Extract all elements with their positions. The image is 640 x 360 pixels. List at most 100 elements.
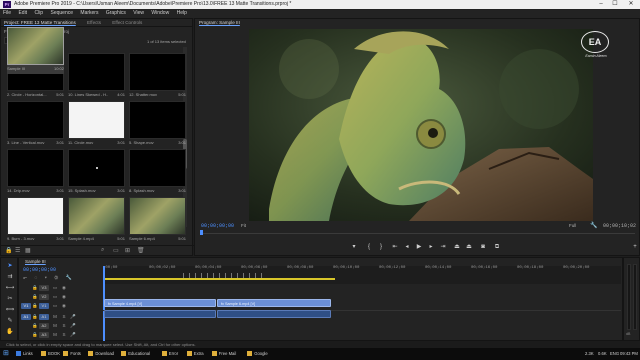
track-header-v1[interactable]: V1 🔒 V1 ▭ ◉ [19,302,99,310]
source-patch[interactable]: A1 [21,314,31,320]
sync-lock-icon[interactable]: ▭ [52,303,58,309]
button-editor-icon[interactable]: ⧉ [493,243,501,251]
video-clip[interactable]: fx Sample 4.mp4 [V] [104,299,216,307]
track-label[interactable]: A1 [39,314,49,320]
track-header-v3[interactable]: 🔒 V3 ▭ ◉ [19,284,99,292]
wrench-icon[interactable]: 🔧 [590,222,597,229]
mute-icon[interactable]: M [52,323,58,329]
program-video-frame[interactable] [249,29,593,221]
solo-icon[interactable]: S [61,323,67,329]
sync-lock-icon[interactable]: ▭ [52,294,58,300]
tab-project[interactable]: Project: FREE 13 Matte Transitions [4,20,76,25]
timeline-option-icons[interactable]: ⟜ ◌ ▾ ⚙ 🔧 [23,275,75,281]
minimize-button[interactable]: – [594,0,608,9]
step-forward-icon[interactable]: ▸ [427,243,435,251]
track-lock-icon[interactable]: 🔒 [32,332,38,338]
taskbar-bookmark[interactable]: Fonts [63,350,81,358]
razor-tool-icon[interactable]: ✂ [5,295,15,304]
taskbar-bookmark[interactable]: Google [247,350,268,358]
tray-language[interactable]: ENG [610,350,619,358]
icon-view-icon[interactable]: ▦ [25,247,31,254]
track-header-v2[interactable]: 🔒 V2 ▭ ◉ [19,293,99,301]
track-lock-icon[interactable]: 🔒 [32,323,38,329]
voiceover-icon[interactable]: 🎤 [70,332,76,338]
project-item[interactable]: Sample 6.mp4 5:01 [129,197,186,244]
taskbar-bookmark[interactable]: Free Mail [211,350,236,358]
camera-icon[interactable]: ◙ [479,243,487,251]
toggle-output-icon[interactable]: ◉ [61,285,67,291]
windows-start-icon[interactable]: ⊞ [3,350,11,358]
new-item-icon[interactable]: ⊞ [125,247,130,254]
go-to-out-icon[interactable]: ⇥ [439,243,447,251]
track-lock-icon[interactable]: 🔒 [32,294,38,300]
taskbar-bookmark[interactable]: Error [161,350,178,358]
hand-tool-icon[interactable]: ✋ [5,328,15,337]
menu-file[interactable]: File [3,10,11,16]
program-scrub-bar[interactable] [201,231,635,234]
tab-effect-controls[interactable]: Effect Controls [112,20,142,25]
project-item[interactable]: 14. Drip.mov 3:01 [7,149,64,196]
search-icon[interactable]: ⌕ [101,247,104,254]
track-label[interactable]: V2 [39,294,49,300]
track-header-a3[interactable]: 🔒 A3 M S 🎤 [19,331,99,339]
menu-edit[interactable]: Edit [18,10,27,16]
ripple-edit-tool-icon[interactable]: ⟷ [5,284,15,293]
menu-clip[interactable]: Clip [34,10,43,16]
source-patch[interactable]: V1 [21,303,31,309]
mute-icon[interactable]: M [52,332,58,338]
track-lock-icon[interactable]: 🔒 [32,303,38,309]
menu-markers[interactable]: Markers [80,10,98,16]
track-label[interactable]: A3 [39,332,49,338]
extract-icon[interactable]: ⏏ [465,243,473,251]
track-lock-icon[interactable]: 🔒 [32,285,38,291]
step-back-icon[interactable]: ◂ [403,243,411,251]
work-area-bar[interactable] [103,278,335,280]
lift-icon[interactable]: ⏏ [453,243,461,251]
menu-help[interactable]: Help [177,10,187,16]
track-label[interactable]: V1 [39,303,49,309]
project-item[interactable]: 10. Lines Skewed - H... 4:01 [68,53,125,100]
trash-icon[interactable]: 🗑 [137,247,145,254]
mute-icon[interactable]: M [52,314,58,320]
selection-tool-icon[interactable]: ➤ [5,262,15,271]
taskbar-bookmark[interactable]: Educational [121,350,150,358]
lock-icon[interactable]: 🔒 [5,247,12,254]
track-select-tool-icon[interactable]: ⇉ [5,273,15,282]
close-button[interactable]: ✕ [624,0,638,9]
project-item[interactable]: 11. Circle.mov 3:01 [68,101,125,148]
menu-graphics[interactable]: Graphics [106,10,126,16]
list-view-icon[interactable]: ☰ [15,247,20,254]
solo-icon[interactable]: S [61,332,67,338]
audio-clip[interactable] [217,310,331,318]
video-clip[interactable]: fx Sample 6.mp4 [V] [217,299,331,307]
maximize-button[interactable]: ☐ [608,0,622,9]
audio-clip[interactable] [104,310,216,318]
toggle-output-icon[interactable]: ◉ [61,294,67,300]
taskbar-bookmark[interactable]: BOOK [41,350,60,358]
program-playhead[interactable] [200,230,203,235]
project-item[interactable]: 9. Burn - 3.mov 3:01 [7,197,64,244]
program-current-timecode[interactable]: 00;00;00;00 [201,223,234,229]
tab-sequence[interactable]: Sample III [25,259,46,264]
mark-out-icon[interactable]: } [377,243,385,251]
slip-tool-icon[interactable]: ⟺ [5,306,15,315]
taskbar-bookmark[interactable]: Extra [186,350,204,358]
program-quality-select[interactable]: Full [569,223,576,228]
solo-icon[interactable]: S [61,314,67,320]
menu-window[interactable]: Window [151,10,169,16]
pen-tool-icon[interactable]: ✎ [5,317,15,326]
track-label[interactable]: A2 [39,323,49,329]
taskbar-bookmark[interactable]: Links [16,350,33,358]
project-item[interactable]: 8. Splash.mov 3:01 [129,149,186,196]
voiceover-icon[interactable]: 🎤 [70,314,76,320]
project-item[interactable]: 3. Line - Vertical.mov 3:01 [7,101,64,148]
timeline-timecode[interactable]: 00;00;00;00 [23,267,56,273]
track-lock-icon[interactable]: 🔒 [32,314,38,320]
project-item[interactable]: 15. Splash.mov 3:01 [68,149,125,196]
add-marker-icon[interactable]: ▾ [350,243,358,251]
track-header-a2[interactable]: 🔒 A2 M S 🎤 [19,322,99,330]
taskbar-bookmark[interactable]: Download [88,350,114,358]
go-to-in-icon[interactable]: ⇤ [391,243,399,251]
play-icon[interactable]: ▶ [415,243,423,251]
menu-view[interactable]: View [133,10,144,16]
